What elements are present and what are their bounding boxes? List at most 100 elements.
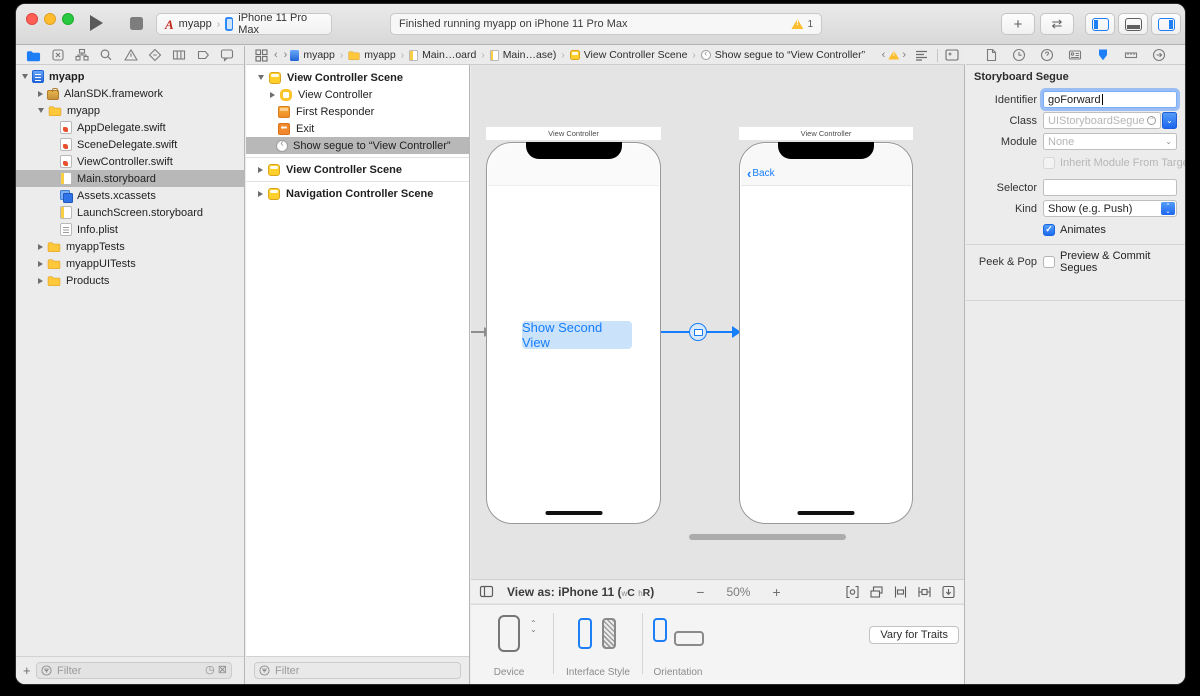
show-second-view-button[interactable]: Show Second View: [522, 321, 632, 349]
toggle-debug-area-button[interactable]: [1118, 13, 1148, 35]
project-navigator-icon[interactable]: [26, 49, 41, 62]
warning-count[interactable]: 1: [807, 19, 813, 30]
view-controller-2[interactable]: ‹Back: [739, 142, 913, 524]
toggle-navigator-button[interactable]: [1085, 13, 1115, 35]
embed-in-stack-icon[interactable]: [869, 585, 884, 599]
file-row[interactable]: SceneDelegate.swift: [16, 136, 244, 153]
disclosure-closed-icon[interactable]: [38, 91, 43, 97]
back-nav-item[interactable]: ‹Back: [747, 168, 775, 179]
view-controller-1[interactable]: Show Second View: [486, 142, 661, 524]
add-editor-icon[interactable]: [945, 49, 959, 61]
resolve-issues-icon[interactable]: [941, 585, 956, 599]
toggle-inspectors-button[interactable]: [1151, 13, 1181, 35]
outline-filter-input[interactable]: [273, 664, 456, 678]
warning-icon[interactable]: [791, 19, 803, 29]
related-items-icon[interactable]: [255, 49, 268, 62]
identity-inspector-icon[interactable]: [1068, 48, 1082, 62]
breadcrumb-project[interactable]: myapp: [290, 49, 335, 61]
outline-row-first-responder[interactable]: First Responder: [246, 103, 469, 120]
file-row-group[interactable]: Products: [16, 272, 244, 289]
incoming-segue-arrow[interactable]: [471, 331, 485, 333]
horizontal-scrollbar[interactable]: [689, 534, 846, 540]
identifier-field[interactable]: goForward: [1043, 91, 1177, 108]
navigator-filter-input[interactable]: [55, 664, 202, 678]
issue-navigator-icon[interactable]: [124, 48, 138, 62]
file-row-group[interactable]: myappUITests: [16, 255, 244, 272]
orientation-portrait-icon[interactable]: [653, 618, 667, 642]
file-row-group[interactable]: myappTests: [16, 238, 244, 255]
preview-commit-checkbox[interactable]: [1043, 256, 1055, 268]
breadcrumb-scene[interactable]: View Controller Scene: [570, 49, 688, 61]
size-inspector-icon[interactable]: [1124, 48, 1138, 62]
disclosure-closed-icon[interactable]: [38, 278, 43, 284]
animates-checkbox[interactable]: [1043, 224, 1055, 236]
zoom-out-button[interactable]: −: [696, 584, 704, 600]
device-phone-icon[interactable]: [498, 615, 520, 652]
scheme-selector[interactable]: A myapp › iPhone 11 Pro Max: [156, 13, 332, 35]
disclosure-closed-icon[interactable]: [258, 167, 263, 173]
adjust-editor-icon[interactable]: [915, 50, 928, 61]
file-row-group[interactable]: myapp: [16, 102, 244, 119]
attributes-inspector-icon[interactable]: [1096, 48, 1110, 62]
file-inspector-icon[interactable]: [985, 48, 998, 62]
outline-filter-field[interactable]: [254, 662, 461, 679]
outline-toggle-icon[interactable]: [479, 585, 494, 598]
close-window-button[interactable]: [26, 13, 38, 25]
file-row[interactable]: Info.plist: [16, 221, 244, 238]
stop-button[interactable]: [130, 17, 143, 30]
breadcrumb-storyboard[interactable]: Main…oard: [409, 49, 476, 61]
jump-to-class-icon[interactable]: [1147, 116, 1156, 125]
report-navigator-icon[interactable]: [220, 48, 234, 62]
disclosure-open-icon[interactable]: [38, 108, 44, 113]
kind-stepper-button[interactable]: ⌃⌄: [1161, 202, 1175, 215]
connections-inspector-icon[interactable]: [1152, 48, 1166, 62]
class-field[interactable]: UIStoryboardSegue: [1043, 112, 1161, 129]
scene2-title-bar[interactable]: View Controller: [739, 127, 913, 140]
add-constraints-icon[interactable]: [917, 585, 932, 599]
interface-style-dark-icon[interactable]: [602, 618, 616, 649]
module-field[interactable]: None⌄: [1043, 133, 1177, 150]
outline-row-nav-scene[interactable]: Navigation Controller Scene: [246, 185, 469, 202]
file-row[interactable]: Assets.xcassets: [16, 187, 244, 204]
breadcrumb-segue[interactable]: Show segue to “View Controller”: [701, 49, 865, 61]
zoom-level[interactable]: 50%: [726, 585, 750, 599]
disclosure-closed-icon[interactable]: [38, 261, 43, 267]
library-add-button[interactable]: +: [1001, 13, 1035, 35]
selector-field[interactable]: [1043, 179, 1177, 196]
file-row-project[interactable]: myapp: [16, 68, 244, 85]
file-row-framework[interactable]: AlanSDK.framework: [16, 85, 244, 102]
align-icon[interactable]: [893, 585, 908, 599]
editor-swap-button[interactable]: ⇄: [1040, 13, 1074, 35]
kind-popup[interactable]: Show (e.g. Push)⌃⌄: [1043, 200, 1177, 217]
zoom-window-button[interactable]: [62, 13, 74, 25]
debug-navigator-icon[interactable]: [172, 48, 186, 62]
disclosure-closed-icon[interactable]: [38, 244, 43, 250]
previous-issue-icon[interactable]: ‹: [882, 49, 886, 61]
outline-row-exit[interactable]: Exit: [246, 120, 469, 137]
quick-help-inspector-icon[interactable]: [1040, 48, 1054, 62]
outline-row-view-controller[interactable]: View Controller: [246, 86, 469, 103]
symbol-navigator-icon[interactable]: [75, 48, 89, 62]
breakpoint-navigator-icon[interactable]: [196, 48, 210, 62]
forward-icon[interactable]: ›: [284, 49, 288, 61]
interface-style-light-icon[interactable]: [578, 618, 592, 649]
orientation-landscape-icon[interactable]: [674, 631, 704, 646]
file-row[interactable]: LaunchScreen.storyboard: [16, 204, 244, 221]
storyboard-canvas[interactable]: View Controller View Controller Show Sec…: [471, 66, 964, 579]
next-issue-icon[interactable]: ›: [902, 49, 906, 61]
scene1-title-bar[interactable]: View Controller: [486, 127, 661, 140]
outline-row-scene[interactable]: View Controller Scene: [246, 69, 469, 86]
outline-row-segue-selected[interactable]: Show segue to “View Controller”: [246, 137, 469, 154]
navigator-filter-field[interactable]: ◷ ⊠: [36, 662, 232, 679]
file-row[interactable]: ViewController.swift: [16, 153, 244, 170]
file-row[interactable]: AppDelegate.swift: [16, 119, 244, 136]
source-control-status-icon[interactable]: ⊠: [218, 665, 227, 676]
breadcrumb-group[interactable]: myapp: [348, 49, 396, 61]
outline-row-scene[interactable]: View Controller Scene: [246, 161, 469, 178]
add-file-icon[interactable]: +: [23, 663, 31, 678]
disclosure-open-icon[interactable]: [22, 74, 28, 79]
inherit-module-checkbox[interactable]: [1043, 157, 1055, 169]
update-frames-icon[interactable]: [845, 585, 860, 599]
zoom-in-button[interactable]: +: [772, 584, 780, 600]
class-dropdown-button[interactable]: ⌄: [1162, 112, 1177, 129]
